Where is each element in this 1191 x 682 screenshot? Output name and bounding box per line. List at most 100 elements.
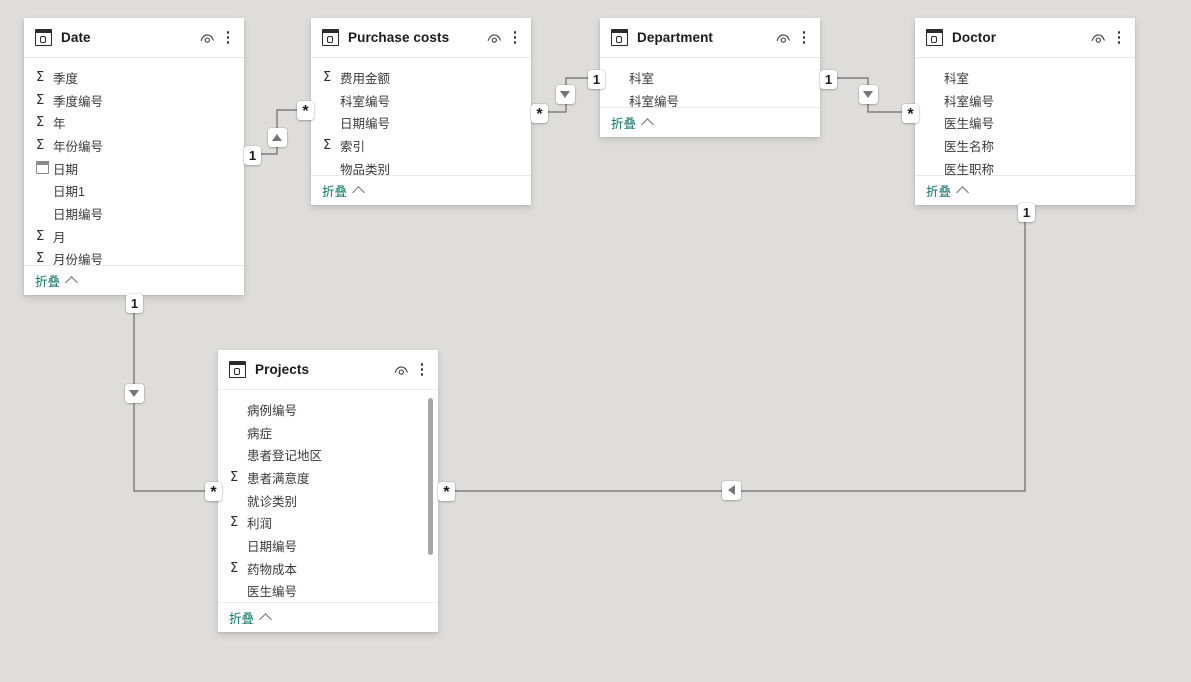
field-row[interactable]: 日期1 xyxy=(24,179,244,202)
field-row[interactable]: 科室 xyxy=(915,66,1135,89)
field-row[interactable]: Σ 费用金额 xyxy=(311,66,531,89)
cardinality-badge-one[interactable]: 1 xyxy=(820,70,837,89)
sigma-icon: Σ xyxy=(36,251,45,265)
kebab-dot xyxy=(802,40,806,44)
table-card-purchase-costs[interactable]: Purchase costs Σ 费用金额 科室编号 日期编号 Σ 索引 物品类别 折叠 xyxy=(311,18,531,205)
collapse-link[interactable]: 折叠 xyxy=(229,608,272,627)
field-row[interactable]: Σ 索引 xyxy=(311,134,531,157)
more-options-icon[interactable] xyxy=(415,361,429,379)
cardinality-badge-many[interactable]: * xyxy=(438,482,455,501)
table-card-date[interactable]: Date Σ 季度 Σ 季度编号 Σ 年 Σ 年份编号 日期 日期1 日期编号 Σ 月 Σ 月份编号 折叠 xyxy=(24,18,244,295)
more-options-icon[interactable] xyxy=(221,29,235,47)
kebab-dot xyxy=(226,40,230,44)
eye-hidden-icon[interactable] xyxy=(1089,29,1107,47)
field-row[interactable]: Σ年 xyxy=(24,111,244,134)
table-header-purchase-costs[interactable]: Purchase costs xyxy=(311,18,531,58)
cardinality-badge-many[interactable]: * xyxy=(297,101,314,120)
eye-hidden-icon[interactable] xyxy=(485,29,503,47)
eye-hidden-icon[interactable] xyxy=(392,361,410,379)
field-row[interactable]: 日期编号 xyxy=(218,534,438,557)
table-title: Projects xyxy=(255,362,310,377)
cross-filter-direction-left-icon[interactable] xyxy=(722,481,741,500)
field-name: 日期编号 xyxy=(247,539,298,554)
field-list[interactable]: 病例编号病症患者登记地区 Σ 患者满意度就诊类别 Σ 利润日期编号 Σ 药物成本 医生编号 xyxy=(218,390,438,602)
field-row[interactable]: 病症 xyxy=(218,421,438,444)
collapse-link[interactable]: 折叠 xyxy=(926,181,969,200)
table-header-doctor[interactable]: Doctor xyxy=(915,18,1135,58)
field-row[interactable]: 就诊类别 xyxy=(218,489,438,512)
cardinality-badge-one[interactable]: 1 xyxy=(244,146,261,165)
field-name: 病症 xyxy=(247,426,273,441)
table-icon xyxy=(611,29,628,46)
table-footer[interactable]: 折叠 xyxy=(600,107,820,137)
table-footer[interactable]: 折叠 xyxy=(218,602,438,632)
field-row[interactable]: 科室编号 xyxy=(311,89,531,112)
cardinality-badge-many[interactable]: * xyxy=(531,104,548,123)
collapse-link[interactable]: 折叠 xyxy=(35,271,78,290)
more-options-icon[interactable] xyxy=(797,29,811,47)
eye-hidden-icon[interactable] xyxy=(774,29,792,47)
field-row[interactable]: 医生名称 xyxy=(915,134,1135,157)
model-canvas[interactable]: Date Σ 季度 Σ 季度编号 Σ 年 Σ 年份编号 日期 日期1 日期编号 Σ 月 Σ 月份编号 折叠 xyxy=(0,0,1191,682)
cardinality-badge-one[interactable]: 1 xyxy=(126,294,143,313)
field-row[interactable]: 科室 xyxy=(600,66,820,89)
kebab-dot xyxy=(1117,36,1121,39)
field-row[interactable]: Σ 药物成本 xyxy=(218,557,438,580)
field-row[interactable]: Σ 年份编号 xyxy=(24,134,244,157)
field-row[interactable]: 医生职称 xyxy=(915,157,1135,175)
table-header-date[interactable]: Date xyxy=(24,18,244,58)
field-name: 患者满意度 xyxy=(247,471,310,486)
table-footer[interactable]: 折叠 xyxy=(311,175,531,205)
field-row[interactable]: 病例编号 xyxy=(218,398,438,421)
field-row[interactable]: 科室编号 xyxy=(600,89,820,107)
cross-filter-direction-down-icon[interactable] xyxy=(556,85,575,104)
field-row[interactable]: 医生编号 xyxy=(218,580,438,603)
eye-hidden-icon[interactable] xyxy=(198,29,216,47)
sigma-icon: Σ xyxy=(230,469,239,485)
field-row[interactable]: 患者登记地区 xyxy=(218,443,438,466)
cardinality-badge-many[interactable]: * xyxy=(902,104,919,123)
more-options-icon[interactable] xyxy=(508,29,522,47)
field-name: 日期编号 xyxy=(53,207,104,222)
kebab-dot xyxy=(420,368,424,371)
field-list[interactable]: 科室 科室编号 xyxy=(600,58,820,107)
field-row[interactable]: 医生编号 xyxy=(915,111,1135,134)
table-header-department[interactable]: Department xyxy=(600,18,820,58)
table-card-doctor[interactable]: Doctor 科室 科室编号 医生编号 医生名称 医生职称 折叠 xyxy=(915,18,1135,205)
table-footer[interactable]: 折叠 xyxy=(915,175,1135,205)
sigma-icon: Σ xyxy=(323,69,332,85)
cross-filter-direction-up-icon[interactable] xyxy=(268,128,287,147)
table-footer[interactable]: 折叠 xyxy=(24,265,244,295)
cardinality-badge-many[interactable]: * xyxy=(205,482,222,501)
field-list[interactable]: 科室 科室编号 医生编号 医生名称 医生职称 xyxy=(915,58,1135,175)
more-options-icon[interactable] xyxy=(1112,29,1126,47)
scrollbar-thumb[interactable] xyxy=(428,398,433,555)
cardinality-badge-one[interactable]: 1 xyxy=(1018,203,1035,222)
collapse-link[interactable]: 折叠 xyxy=(322,181,365,200)
field-row[interactable]: Σ 月份编号 xyxy=(24,248,244,265)
field-list[interactable]: Σ 费用金额 科室编号 日期编号 Σ 索引 物品类别 xyxy=(311,58,531,175)
field-row[interactable]: 物品类别 xyxy=(311,157,531,175)
arrow-up xyxy=(272,134,282,141)
field-row[interactable]: 日期编号 xyxy=(311,111,531,134)
table-title: Purchase costs xyxy=(348,30,450,45)
field-row[interactable]: Σ 利润 xyxy=(218,511,438,534)
table-card-projects[interactable]: Projects 病例编号病症患者登记地区 Σ 患者满意度就诊类别 Σ 利润日期编号 Σ 药… xyxy=(218,350,438,632)
field-list[interactable]: Σ 季度 Σ 季度编号 Σ 年 Σ 年份编号 日期 日期1 日期编号 Σ 月 Σ 月份编号 xyxy=(24,58,244,265)
field-row[interactable]: Σ月 xyxy=(24,225,244,248)
field-list-scrollbar[interactable] xyxy=(425,390,436,602)
table-card-department[interactable]: Department 科室 科室编号 折叠 xyxy=(600,18,820,137)
field-row[interactable]: 日期 xyxy=(24,157,244,180)
kebab-dot xyxy=(1117,40,1121,44)
cross-filter-direction-down-icon[interactable] xyxy=(125,384,144,403)
field-row[interactable]: 日期编号 xyxy=(24,202,244,225)
field-row[interactable]: Σ 季度编号 xyxy=(24,89,244,112)
table-header-projects[interactable]: Projects xyxy=(218,350,438,390)
field-row[interactable]: Σ 患者满意度 xyxy=(218,466,438,489)
collapse-link[interactable]: 折叠 xyxy=(611,113,654,132)
chevron-up-icon xyxy=(956,185,969,199)
field-row[interactable]: Σ 季度 xyxy=(24,66,244,89)
field-row[interactable]: 科室编号 xyxy=(915,89,1135,112)
cardinality-badge-one[interactable]: 1 xyxy=(588,70,605,89)
cross-filter-direction-down-icon[interactable] xyxy=(859,85,878,104)
